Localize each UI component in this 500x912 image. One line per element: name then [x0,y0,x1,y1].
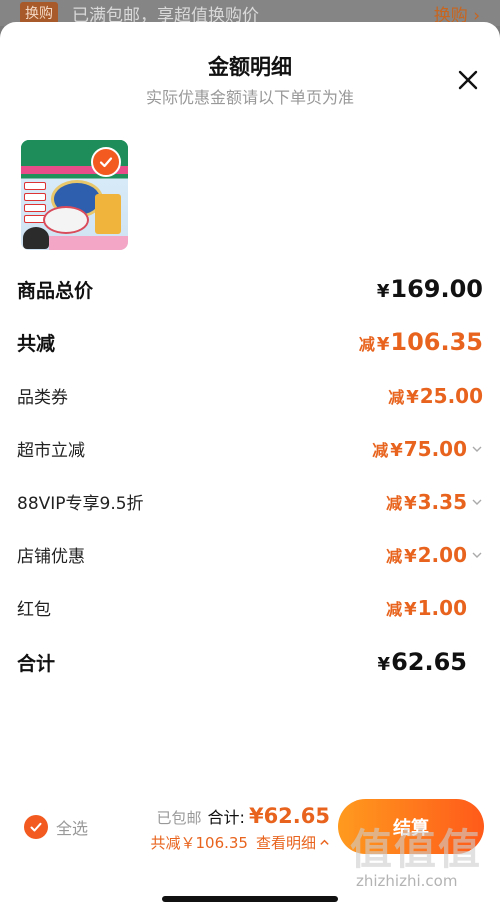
total-price-amount: ¥ 169.00 [376,275,483,303]
market-discount-amount: 减 ¥ 75.00 [372,437,483,461]
amount-detail-sheet: 金额明细 实际优惠金额请以下单页为准 商品总价 ¥ 169.00 共减 减 ¥ … [0,22,500,912]
red-packet-row: 红包 减 ¥ 1.00 [17,595,483,621]
category-coupon-amount: 减 ¥ 25.00 [388,383,483,408]
sum-label: 合计 [17,652,56,675]
total-reduction-row: 共减 减 ¥ 106.35 [17,328,483,356]
free-shipping-label: 已包邮 [156,809,202,827]
order-summary: 已包邮 合计: ¥62.65 共减￥106.35 查看明细 [150,804,330,853]
chevron-up-icon[interactable] [319,837,330,848]
vip-discount-label: 88VIP专享9.5折 [17,494,144,514]
close-icon [458,70,478,90]
vip-discount-row[interactable]: 88VIP专享9.5折 减 ¥ 3.35 [17,489,483,514]
sum-amount: ¥ 62.65 [377,648,467,676]
select-all-label: 全选 [56,819,89,838]
select-all-checkbox[interactable] [24,815,48,839]
home-indicator [162,896,338,902]
close-button[interactable] [454,66,482,94]
chevron-down-icon[interactable] [471,443,483,455]
select-all-toggle[interactable]: 全选 [24,815,88,839]
store-discount-label: 店铺优惠 [17,547,85,567]
red-packet-amount: 减 ¥ 1.00 [386,595,467,620]
sum-row: 合计 ¥ 62.65 [17,648,483,676]
sheet-subtitle: 实际优惠金额请以下单页为准 [145,88,354,107]
tmall-cat-icon [23,227,49,249]
check-icon [99,157,113,168]
chevron-down-icon[interactable] [471,549,483,561]
vip-discount-amount: 减 ¥ 3.35 [386,490,483,514]
total-price-row: 商品总价 ¥ 169.00 [17,275,483,303]
product-selected-checkbox[interactable] [91,147,121,177]
market-discount-label: 超市立减 [17,441,85,461]
total-label: 合计: [207,808,245,827]
sum-value: 62.65 [391,648,467,676]
total-reduction-value: 106.35 [390,328,483,356]
total-reduction-label: 共减 [17,332,56,355]
total-price-value: 169.00 [390,275,483,303]
view-detail-link[interactable]: 查看明细 [256,832,316,853]
total-reduction-amount: 减 ¥ 106.35 [358,328,483,356]
total-price-label: 商品总价 [17,279,94,302]
category-coupon-label: 品类券 [17,388,68,408]
sheet-title: 金额明细 [208,55,292,79]
market-discount-row[interactable]: 超市立减 减 ¥ 75.00 [17,436,483,461]
check-icon [30,822,42,832]
store-discount-row[interactable]: 店铺优惠 减 ¥ 2.00 [17,542,483,567]
market-discount-value: 75.00 [403,436,467,461]
category-coupon-row: 品类券 减 ¥ 25.00 [17,383,483,409]
reduction-text: 共减￥106.35 [150,834,248,852]
red-packet-label: 红包 [17,600,51,620]
exchange-tag: 换购 [20,2,58,24]
store-discount-value: 2.00 [417,542,467,567]
store-discount-amount: 减 ¥ 2.00 [386,543,483,567]
category-coupon-value: 25.00 [419,383,483,408]
checkout-button[interactable]: 结算 [338,799,484,854]
total-value: ¥62.65 [248,804,330,828]
vip-discount-value: 3.35 [417,489,467,514]
red-packet-value: 1.00 [417,595,467,620]
chevron-down-icon[interactable] [471,496,483,508]
